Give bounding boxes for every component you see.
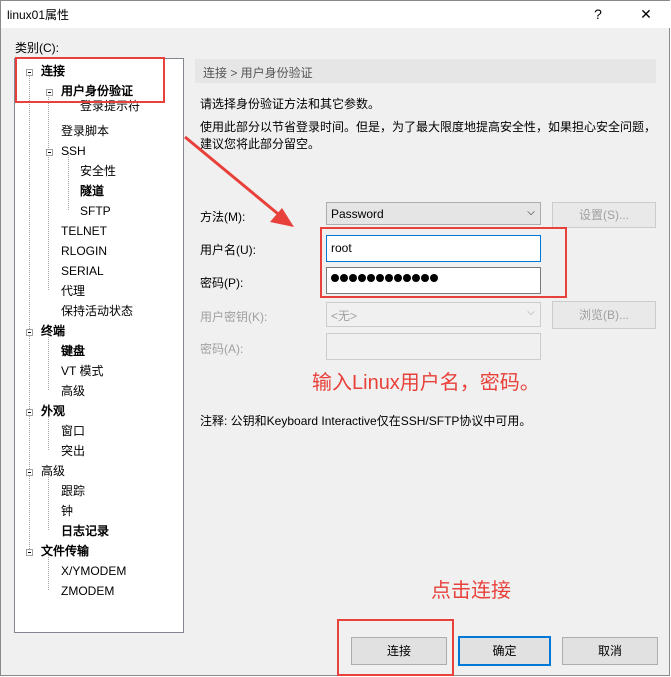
input-hint-annotation: 输入Linux用户名，密码。 <box>312 372 540 394</box>
click-hint-annotation: 点击连接 <box>431 580 511 602</box>
arrow-annotation <box>184 135 294 227</box>
